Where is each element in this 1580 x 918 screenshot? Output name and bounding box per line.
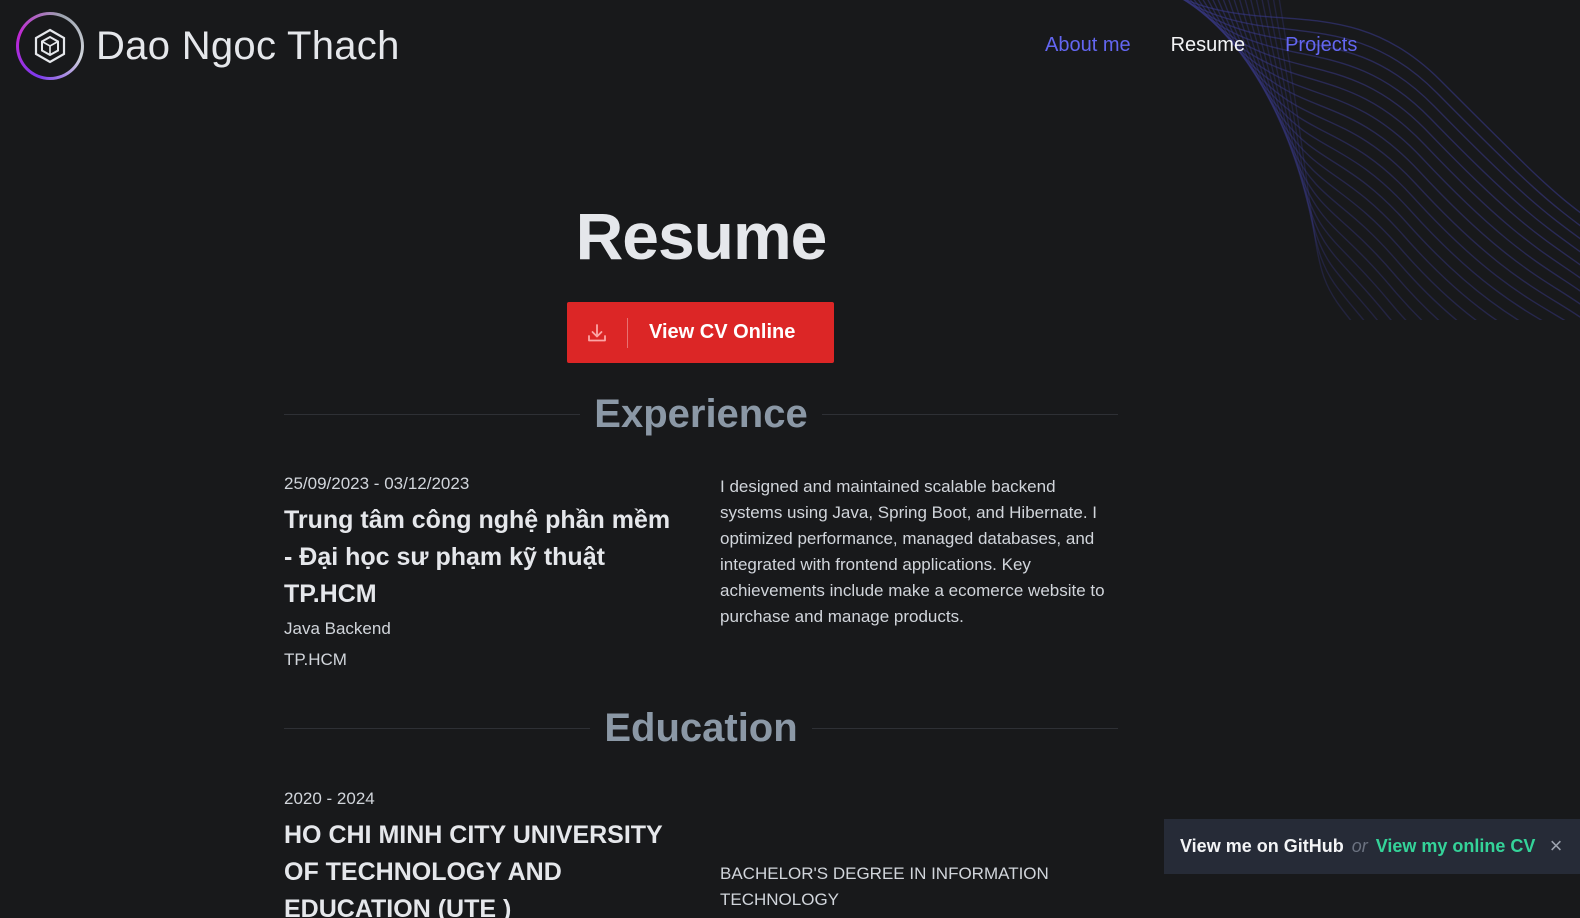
- download-icon: [567, 302, 627, 363]
- divider: [821, 414, 1118, 415]
- site-owner-name: Dao Ngoc Thach: [96, 23, 400, 68]
- experience-organization: Trung tâm công nghệ phần mềm - Đại học s…: [284, 506, 671, 608]
- view-cv-online-button[interactable]: View CV Online: [567, 302, 834, 363]
- close-icon[interactable]: ×: [1544, 834, 1568, 858]
- nav-about-me[interactable]: About me: [1045, 34, 1131, 57]
- nav-projects[interactable]: Projects: [1285, 34, 1357, 57]
- github-link[interactable]: View me on GitHub: [1180, 836, 1344, 857]
- experience-role: Java Backend: [284, 619, 391, 638]
- education-heading: Education: [284, 706, 1118, 751]
- education-title: Education: [604, 706, 798, 750]
- online-cv-link[interactable]: View my online CV: [1376, 836, 1536, 857]
- page-title: Resume: [575, 199, 828, 273]
- hexagon-logo-icon: [34, 28, 66, 64]
- view-cv-label: View CV Online: [649, 321, 796, 343]
- main-nav: About me Resume Projects: [1045, 34, 1357, 57]
- nav-resume[interactable]: Resume: [1171, 34, 1245, 57]
- page: Dao Ngoc Thach About me Resume Projects …: [0, 0, 1580, 918]
- logo-ring: [16, 12, 84, 80]
- experience-description: I designed and maintained scalable backe…: [720, 477, 1105, 626]
- wave-line: [1184, 0, 1580, 214]
- experience-heading: Experience: [284, 392, 1118, 437]
- banner-or-text: or: [1351, 836, 1368, 856]
- experience-date: 25/09/2023 - 03/12/2023: [284, 474, 470, 493]
- divider: [284, 414, 581, 415]
- education-date: 2020 - 2024: [284, 789, 375, 808]
- button-divider: [627, 317, 628, 348]
- experience-location: TP.HCM: [284, 650, 347, 669]
- site-logo[interactable]: Dao Ngoc Thach: [16, 12, 400, 80]
- education-degree: BACHELOR'S DEGREE IN INFORMATION TECHNOL…: [720, 864, 1049, 909]
- divider: [284, 728, 591, 729]
- github-banner: View me on GitHub or View my online CV ×: [1164, 819, 1580, 874]
- education-school: HO CHI MINH CITY UNIVERSITY OF TECHNOLOG…: [284, 821, 663, 918]
- divider: [811, 728, 1118, 729]
- experience-title: Experience: [594, 392, 808, 436]
